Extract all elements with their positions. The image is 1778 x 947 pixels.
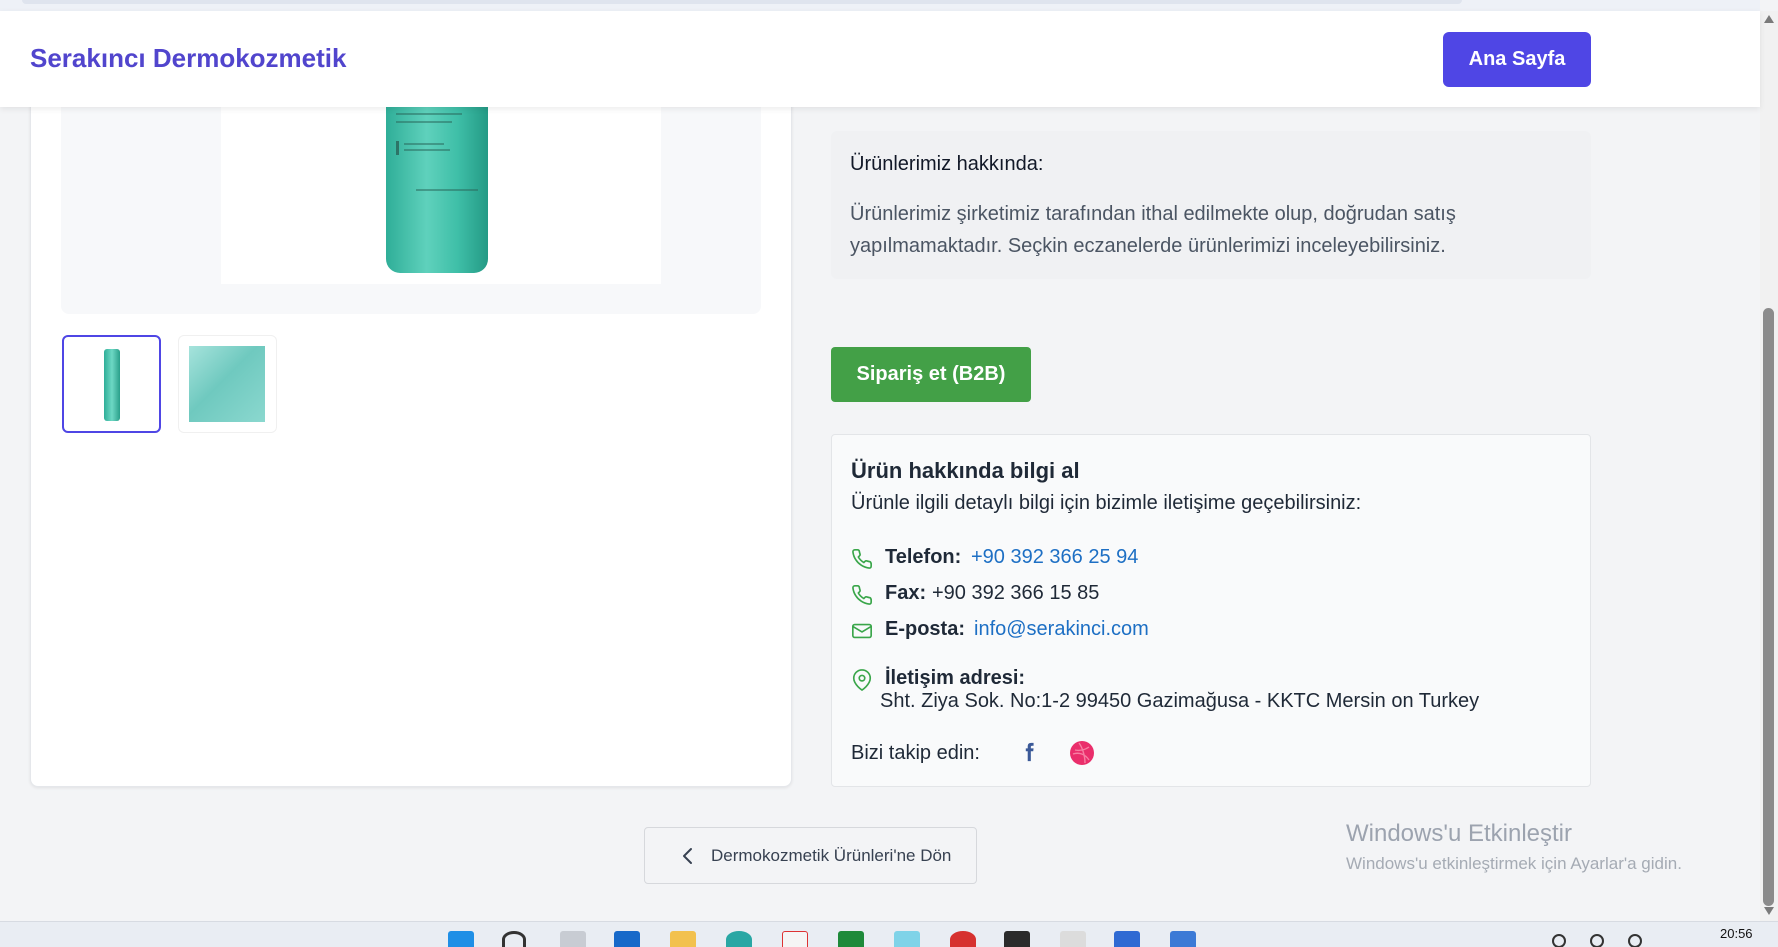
activation-watermark-title: Windows'u Etkinleştir [1346, 820, 1572, 847]
contact-description: Ürünle ilgili detaylı bilgi için bizimle… [851, 492, 1362, 514]
fax-label: Fax: [885, 582, 927, 604]
wifi-icon[interactable] [1590, 934, 1604, 947]
calendar-icon[interactable] [1170, 931, 1196, 947]
order-b2b-button[interactable]: Sipariş et (B2B) [831, 347, 1031, 402]
address-value: Sht. Ziya Sok. No:1-2 99450 Gazimağusa -… [880, 690, 1480, 712]
contact-title: Ürün hakkında bilgi al [851, 458, 1080, 483]
brand-logo-text[interactable]: Serakıncı Dermokozmetik [30, 43, 346, 74]
home-button[interactable]: Ana Sayfa [1443, 32, 1591, 87]
task-view-icon[interactable] [560, 931, 586, 947]
info-text: Ürünlerimiz şirketimiz tarafından ithal … [850, 203, 1456, 257]
start-icon[interactable] [448, 931, 474, 947]
browser-top-strip [0, 0, 1760, 11]
vertical-scrollbar[interactable] [1760, 11, 1778, 921]
dribbble-icon[interactable] [1069, 740, 1095, 766]
chevron-left-icon [683, 848, 692, 864]
phone-icon [852, 549, 872, 569]
notes-app-icon[interactable] [1060, 931, 1086, 947]
email-link[interactable]: info@serakinci.com [974, 618, 1149, 641]
taskbar-clock[interactable]: 20:56 [1720, 926, 1753, 941]
windows-taskbar: 20:56 [0, 921, 1778, 947]
phone-link[interactable]: +90 392 366 25 94 [971, 546, 1138, 569]
thumbnail-1-image [104, 349, 120, 421]
network-app-icon[interactable] [894, 931, 920, 947]
tray-chevron-icon[interactable] [1552, 934, 1566, 947]
search-icon[interactable] [502, 931, 526, 947]
scroll-up-arrow-icon[interactable] [1764, 15, 1774, 23]
site-header: Serakıncı Dermokozmetik Ana Sayfa [0, 11, 1760, 107]
excel-icon[interactable] [838, 931, 864, 947]
email-label: E-posta: [885, 618, 965, 640]
edge-icon[interactable] [726, 931, 752, 947]
back-to-products-button[interactable]: Dermokozmetik Ürünleri'ne Dön [644, 827, 977, 884]
browser-bar-edge [22, 0, 1462, 4]
volume-icon[interactable] [1628, 934, 1642, 947]
file-explorer-icon[interactable] [670, 931, 696, 947]
scroll-down-arrow-icon[interactable] [1764, 907, 1774, 915]
terminal-icon[interactable] [1004, 931, 1030, 947]
scrollbar-thumb[interactable] [1763, 308, 1774, 906]
chrome-icon[interactable] [950, 931, 976, 947]
products-info-box: Ürünlerimiz hakkında: Ürünlerimiz şirket… [831, 131, 1591, 279]
calendar-app-icon[interactable] [782, 931, 808, 947]
mail-app-icon[interactable] [614, 931, 640, 947]
store-icon[interactable] [1114, 931, 1140, 947]
thumbnail-2[interactable] [178, 335, 277, 433]
fax-icon [852, 585, 872, 605]
map-pin-icon [852, 669, 872, 691]
activation-watermark-subtitle: Windows'u etkinleştirmek için Ayarlar'a … [1346, 854, 1682, 873]
address-label: İletişim adresi: [885, 667, 1026, 689]
back-button-label: Dermokozmetik Ürünleri'ne Dön [711, 846, 952, 865]
follow-label: Bizi takip edin: [851, 742, 980, 764]
thumbnail-1[interactable] [62, 335, 161, 433]
facebook-icon[interactable] [1018, 738, 1040, 766]
contact-card: Ürün hakkında bilgi al Ürünle ilgili det… [831, 434, 1591, 787]
mail-icon [852, 623, 872, 639]
fax-value: +90 392 366 15 85 [932, 582, 1100, 604]
info-title: Ürünlerimiz hakkında: [850, 153, 1044, 175]
phone-label: Telefon: [885, 546, 962, 568]
thumbnail-2-image [189, 346, 265, 422]
product-gallery-card [30, 60, 792, 787]
